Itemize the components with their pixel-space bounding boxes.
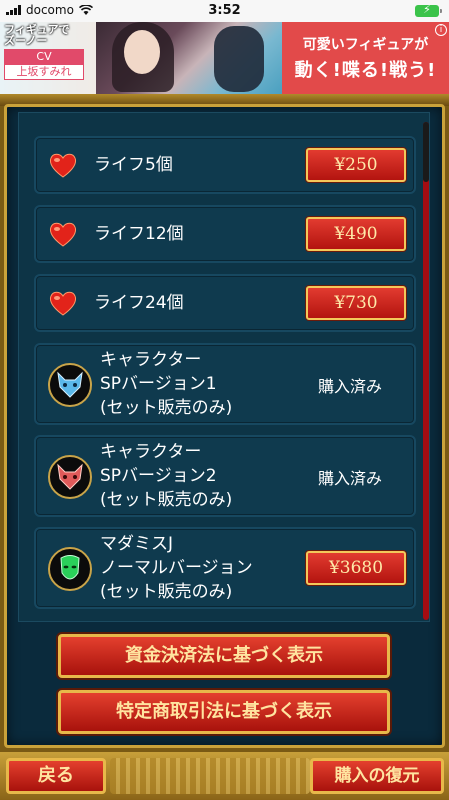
item-label-line2: ノーマルバージョン xyxy=(100,558,253,578)
item-label-line1: キャラクター xyxy=(100,350,202,370)
restore-purchases-button[interactable]: 購入の復元 xyxy=(310,758,444,794)
item-label-line2: SPバージョン1 xyxy=(100,374,217,394)
clock: 3:52 xyxy=(208,3,241,18)
buy-button[interactable]: ¥490 xyxy=(306,217,406,251)
buy-button[interactable]: ¥3680 xyxy=(306,551,406,585)
item-label-line1: マダミスJ xyxy=(100,534,174,554)
list-item: マダミスJ ノーマルバージョン (セット販売のみ) ¥3680 xyxy=(34,527,416,609)
footer-ornament xyxy=(110,758,310,794)
item-label-line3: (セット販売のみ) xyxy=(100,398,233,418)
scrollbar-thumb[interactable] xyxy=(423,122,429,182)
scrollbar-track[interactable] xyxy=(423,122,429,620)
item-label-line1: キャラクター xyxy=(100,442,202,462)
list-item: ライフ12個 ¥490 xyxy=(34,205,416,263)
buy-button[interactable]: ¥250 xyxy=(306,148,406,182)
ad-artwork xyxy=(96,22,282,94)
ad-title-line2: ズーノー xyxy=(4,34,48,47)
ad-headline: 可愛いフィギュアが xyxy=(302,37,429,53)
purchased-status: 購入済み xyxy=(318,469,383,488)
heart-icon xyxy=(49,153,77,178)
purchased-status: 購入済み xyxy=(318,377,383,396)
red-wolf-mask-icon xyxy=(48,455,92,499)
heart-icon xyxy=(49,222,77,247)
ad-cv-label: CV xyxy=(4,49,84,64)
item-label: ライフ12個 xyxy=(94,224,184,244)
status-bar: docomo 3:52 ⚡ xyxy=(0,0,449,22)
buy-button[interactable]: ¥730 xyxy=(306,286,406,320)
item-label-line3: (セット販売のみ) xyxy=(100,582,233,602)
battery-charging-icon: ⚡ xyxy=(415,3,442,17)
green-mask-icon xyxy=(48,547,92,591)
payment-services-act-button[interactable]: 資金決済法に基づく表示 xyxy=(58,634,390,678)
list-item: ライフ5個 ¥250 xyxy=(34,136,416,194)
ad-voice-actor: 上坂すみれ xyxy=(4,64,84,80)
list-item: キャラクター SPバージョン2 (セット販売のみ) 購入済み xyxy=(34,435,416,517)
ad-tagline: 動く!喋る!戦う! xyxy=(294,60,437,81)
ad-logo-block: フィギュアで ズーノー CV 上坂すみれ xyxy=(4,24,92,92)
item-label: ライフ24個 xyxy=(94,293,184,313)
item-label-line3: (セット販売のみ) xyxy=(100,490,233,510)
item-label: ライフ5個 xyxy=(94,155,173,175)
blue-wolf-mask-icon xyxy=(48,363,92,407)
ad-copy-block: 可愛いフィギュアが 動く!喋る!戦う! xyxy=(282,22,449,94)
ad-info-icon[interactable]: i xyxy=(435,24,447,36)
back-button[interactable]: 戻る xyxy=(6,758,106,794)
item-label-line2: SPバージョン2 xyxy=(100,466,217,486)
list-item: ライフ24個 ¥730 xyxy=(34,274,416,332)
heart-icon xyxy=(49,291,77,316)
list-item: キャラクター SPバージョン1 (セット販売のみ) 購入済み xyxy=(34,343,416,425)
ad-banner[interactable]: フィギュアで ズーノー CV 上坂すみれ 可愛いフィギュアが 動く!喋る!戦う!… xyxy=(0,22,449,94)
commercial-transactions-act-button[interactable]: 特定商取引法に基づく表示 xyxy=(58,690,390,734)
